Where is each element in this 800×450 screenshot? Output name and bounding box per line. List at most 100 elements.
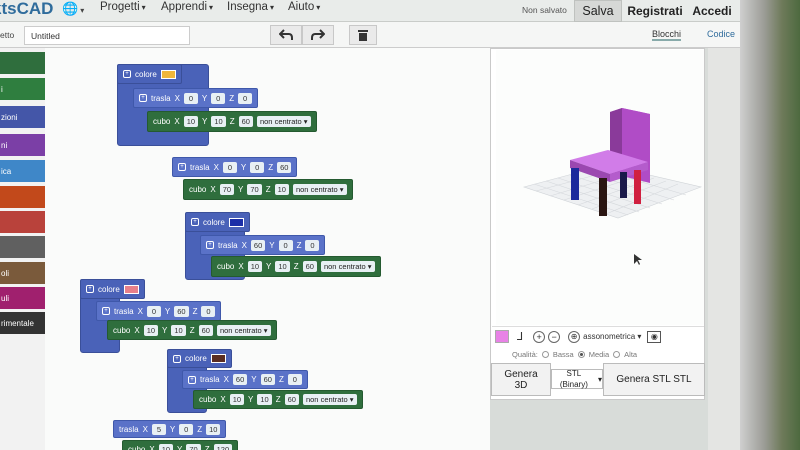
mutator-icon[interactable]: +	[188, 375, 196, 384]
translate-block[interactable]: + trasla X0 Y 60 Z0	[96, 301, 222, 321]
category-item[interactable]: uli	[0, 287, 45, 309]
center-mode-dropdown[interactable]: non centrato ▾	[216, 324, 271, 336]
mutator-icon[interactable]: +	[191, 218, 199, 226]
tab-code[interactable]: Codice	[707, 29, 735, 39]
generate-stl-button[interactable]: Genera STL STL	[603, 363, 705, 396]
translate-y-field[interactable]: 0	[250, 161, 265, 173]
category-item[interactable]	[0, 186, 45, 208]
cube-x-field[interactable]: 70	[219, 184, 235, 195]
delete-button[interactable]	[349, 25, 377, 45]
color-picker-swatch[interactable]	[495, 330, 509, 343]
cube-z-field[interactable]: 10	[274, 184, 289, 195]
cube-x-field[interactable]: 10	[183, 116, 199, 127]
translate-z-field[interactable]: 60	[277, 161, 292, 173]
translate-block[interactable]: trasla X5 Y0 Z 10	[113, 420, 227, 438]
translate-x-field[interactable]: 0	[146, 305, 161, 317]
color-block[interactable]: + colore	[80, 279, 145, 299]
cube-x-field[interactable]: 10	[247, 261, 263, 272]
format-dropdown[interactable]: STL (Binary) ▾	[551, 369, 603, 389]
quality-medium-radio[interactable]	[577, 350, 585, 358]
login-button[interactable]: Accedi	[690, 0, 734, 22]
mutator-icon[interactable]: +	[86, 285, 94, 293]
quality-low-radio[interactable]	[541, 350, 549, 358]
undo-button[interactable]	[270, 25, 302, 45]
app-logo[interactable]: ktsCAD	[0, 0, 53, 19]
cube-block[interactable]: cubo X 10 Y 10 Z 60 non centrato ▾	[211, 256, 381, 277]
mutator-icon[interactable]: +	[139, 94, 147, 102]
category-item[interactable]	[0, 52, 45, 74]
category-item[interactable]: zioni	[0, 106, 45, 128]
cube-x-field[interactable]: 10	[158, 443, 174, 450]
category-item[interactable]: ni	[0, 134, 45, 156]
mutator-icon[interactable]: +	[123, 70, 131, 78]
translate-x-field[interactable]: 60	[232, 374, 248, 385]
category-item[interactable]: oli	[0, 262, 45, 284]
cube-z-field[interactable]: 120	[213, 443, 233, 450]
color-swatch[interactable]	[210, 354, 226, 363]
translate-y-field[interactable]: 60	[260, 374, 275, 385]
translate-block[interactable]: + trasla X0 Y0 Z 60	[172, 157, 298, 177]
mutator-icon[interactable]: +	[178, 163, 186, 171]
cube-y-field[interactable]: 70	[247, 184, 262, 195]
zoom-out-icon[interactable]: −	[548, 330, 561, 343]
color-block[interactable]: + colore	[167, 349, 232, 368]
globe-icon[interactable]: 🌐 ▾	[62, 1, 84, 17]
cube-y-field[interactable]: 10	[275, 261, 290, 272]
color-swatch[interactable]	[123, 284, 139, 294]
cube-y-field[interactable]: 70	[186, 443, 201, 450]
translate-x-field[interactable]: 60	[250, 239, 266, 251]
zoom-in-icon[interactable]: +	[533, 330, 546, 343]
cube-y-field[interactable]: 10	[257, 394, 272, 405]
3d-viewport[interactable]	[496, 50, 704, 325]
cube-y-field[interactable]: 10	[211, 116, 226, 127]
cube-block[interactable]: cubo X 70 Y 70 Z 10 non centrato ▾	[183, 179, 353, 200]
category-item[interactable]: ica	[0, 160, 45, 182]
translate-x-field[interactable]: 0	[183, 92, 198, 104]
mutator-icon[interactable]: +	[173, 354, 181, 363]
cube-block[interactable]: cubo X 10 Y 10 Z 60 non centrato ▾	[193, 390, 363, 409]
cube-z-field[interactable]: 60	[238, 116, 253, 127]
center-mode-dropdown[interactable]: non centrato ▾	[302, 394, 357, 405]
redo-button[interactable]	[302, 25, 334, 45]
color-swatch[interactable]	[228, 217, 244, 227]
cube-z-field[interactable]: 60	[284, 394, 299, 405]
color-block[interactable]: + colore	[117, 64, 182, 84]
cube-z-field[interactable]: 60	[302, 261, 317, 272]
translate-z-field[interactable]: 10	[206, 423, 221, 435]
translate-y-field[interactable]: 0	[179, 423, 194, 435]
menu-aiuto[interactable]: Aiuto ▾	[288, 1, 320, 13]
color-swatch[interactable]	[160, 69, 176, 79]
category-item[interactable]: i	[0, 78, 45, 100]
cube-z-field[interactable]: 60	[198, 324, 213, 336]
translate-block[interactable]: + trasla X 60 Y0 Z0	[200, 235, 326, 255]
translate-y-field[interactable]: 60	[174, 305, 189, 317]
cube-block[interactable]: cubo X 10 Y 70 Z 120	[122, 440, 239, 450]
cube-x-field[interactable]: 10	[143, 324, 159, 336]
translate-z-field[interactable]: 0	[287, 374, 302, 385]
translate-z-field[interactable]: 0	[238, 92, 253, 104]
category-item[interactable]	[0, 236, 45, 258]
menu-apprendi[interactable]: Apprendi ▾	[161, 1, 213, 13]
cube-x-field[interactable]: 10	[229, 394, 245, 405]
mutator-icon[interactable]: +	[102, 307, 110, 315]
center-view-icon[interactable]: ⊕	[568, 330, 581, 343]
cube-block[interactable]: cubo X 10 Y 10 Z 60 non centrato ▾	[107, 320, 277, 340]
translate-x-field[interactable]: 5	[151, 423, 166, 435]
center-mode-dropdown[interactable]: non centrato ▾	[256, 116, 311, 127]
project-name-input[interactable]	[24, 26, 190, 45]
axes-icon[interactable]: ⅃	[517, 330, 523, 343]
view-mode-dropdown[interactable]: assonometrica ▾	[583, 332, 641, 341]
mutator-icon[interactable]: +	[206, 241, 214, 249]
save-button[interactable]: Salva	[574, 0, 622, 22]
translate-y-field[interactable]: 0	[278, 239, 293, 251]
translate-y-field[interactable]: 0	[211, 92, 226, 104]
camera-icon[interactable]: ◉	[647, 330, 662, 343]
cube-y-field[interactable]: 10	[171, 324, 186, 336]
translate-x-field[interactable]: 0	[222, 161, 237, 173]
color-block[interactable]: + colore	[185, 212, 250, 232]
cube-block[interactable]: cubo X 10 Y 10 Z 60 non centrato ▾	[147, 111, 317, 132]
menu-insegna[interactable]: Insegna ▾	[227, 1, 274, 13]
category-item[interactable]: rimentale	[0, 312, 45, 334]
translate-z-field[interactable]: 0	[305, 239, 320, 251]
translate-block[interactable]: + trasla X 60 Y 60 Z0	[182, 370, 308, 389]
